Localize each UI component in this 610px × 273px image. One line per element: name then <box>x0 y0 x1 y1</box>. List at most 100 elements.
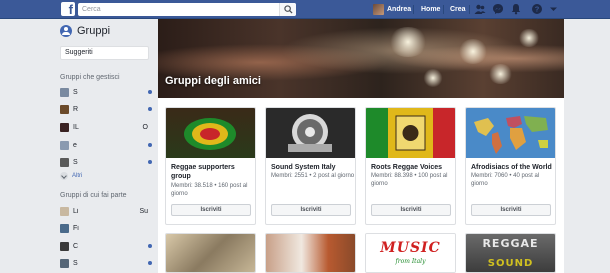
right-column <box>564 19 610 273</box>
group-cover-image <box>266 108 355 158</box>
sidebar-group-item[interactable]: S <box>60 257 152 269</box>
banner-light <box>388 27 428 57</box>
group-thumbnail <box>60 241 69 251</box>
banner-title: Gruppi degli amici <box>165 75 261 87</box>
group-meta: Membri: 2551 • 2 post al giorno <box>271 173 355 179</box>
group-label: S <box>73 158 78 166</box>
group-name[interactable]: Sound System Italy <box>271 163 353 172</box>
sidebar-group-item[interactable]: Li Su <box>60 205 152 217</box>
group-thumbnail <box>60 223 69 233</box>
nav-divider <box>469 5 470 14</box>
search-button[interactable] <box>279 3 296 16</box>
group-thumbnail <box>60 157 69 167</box>
nav-divider <box>443 5 444 14</box>
group-name[interactable]: Roots Reggae Voices <box>371 163 453 172</box>
sidebar-group-item[interactable]: S <box>60 86 152 98</box>
group-card[interactable]: Roots Reggae Voices Membri: 88.398 • 100… <box>365 107 456 225</box>
sidebar-group-item[interactable]: e <box>60 139 152 151</box>
sidebar-group-item[interactable]: S <box>60 156 152 168</box>
groups-icon <box>60 25 72 37</box>
group-name[interactable]: Reggae supporters group <box>171 163 253 181</box>
group-thumbnail <box>60 122 69 132</box>
facebook-logo[interactable]: f <box>61 2 75 16</box>
banner-light <box>458 39 488 64</box>
dropdown-icon[interactable] <box>549 3 558 15</box>
join-button[interactable]: Iscriviti <box>271 204 351 216</box>
group-label: S <box>73 259 78 267</box>
group-meta: Membri: 88.398 • 100 post al giorno <box>371 173 448 187</box>
group-card[interactable]: Afrodisiacs of the World Membri: 7060 • … <box>465 107 556 225</box>
group-card[interactable]: Reggae supporters group Membri: 38.518 •… <box>165 107 256 225</box>
group-card[interactable]: MUSIC from Italy <box>365 233 456 273</box>
group-cover-image <box>166 108 255 158</box>
unread-dot <box>148 160 152 164</box>
help-icon[interactable]: ? <box>531 3 543 15</box>
profile-link[interactable]: Andrea <box>373 3 411 16</box>
show-more-link[interactable]: Altri <box>60 172 82 180</box>
group-cover-image <box>366 108 455 158</box>
friends-groups-banner: Gruppi degli amici <box>158 19 564 98</box>
managed-groups-heading: Gruppi che gestisci <box>60 74 120 81</box>
sidebar-group-item[interactable]: R <box>60 103 152 115</box>
group-meta: Membri: 7060 • 40 post al giorno <box>471 173 540 187</box>
group-cover-image <box>166 234 255 272</box>
sidebar-group-item[interactable]: Fi <box>60 222 152 234</box>
unread-dot <box>148 261 152 265</box>
search-box <box>78 3 296 16</box>
main-content: Gruppi degli amici Reggae supporters gro… <box>158 19 564 273</box>
group-card[interactable]: Sound System Italy Membri: 2551 • 2 post… <box>265 107 356 225</box>
friends-icon[interactable] <box>474 3 486 15</box>
unread-dot <box>148 107 152 111</box>
messenger-icon[interactable] <box>492 3 504 15</box>
unread-dot <box>148 244 152 248</box>
top-navigation-bar: f Andrea Home Crea ? <box>0 0 610 19</box>
member-groups-heading: Gruppi di cui fai parte <box>60 192 127 199</box>
group-card[interactable] <box>265 233 356 273</box>
group-thumbnail <box>60 87 69 97</box>
group-extra: Su <box>139 207 148 215</box>
group-label: S <box>73 88 78 96</box>
cover-title: MUSIC <box>380 240 441 256</box>
home-link[interactable]: Home <box>421 3 440 16</box>
group-thumbnail <box>60 206 69 216</box>
join-button[interactable]: Iscriviti <box>171 204 251 216</box>
group-meta: Membri: 38.518 • 160 post al giorno <box>171 183 248 197</box>
notifications-icon[interactable] <box>510 3 522 15</box>
groups-header[interactable]: Gruppi <box>60 25 110 37</box>
show-more-label: Altri <box>72 173 83 179</box>
group-label: C <box>73 242 79 250</box>
group-thumbnail <box>60 104 69 114</box>
banner-light <box>518 29 540 47</box>
sidebar-group-item[interactable]: IL O <box>60 121 152 133</box>
group-label: IL <box>73 123 79 131</box>
search-input[interactable] <box>78 3 274 16</box>
suggested-tab[interactable]: Suggeriti <box>60 46 149 60</box>
nav-divider <box>413 5 414 14</box>
group-name[interactable]: Afrodisiacs of the World <box>471 163 553 172</box>
chevron-down-icon <box>60 172 68 180</box>
svg-text:?: ? <box>535 5 540 14</box>
sidebar-group-item[interactable]: C <box>60 240 152 252</box>
group-extra: O <box>142 123 148 131</box>
banner-light <box>423 69 443 87</box>
banner-light <box>488 64 513 84</box>
group-cover-image: MUSIC from Italy <box>366 234 455 272</box>
user-name: Andrea <box>387 6 412 13</box>
create-link[interactable]: Crea <box>450 3 466 16</box>
sidebar-title: Gruppi <box>77 25 111 37</box>
cover-subtitle: from Italy <box>395 258 426 265</box>
cover-subtitle: SOUND <box>487 258 534 269</box>
left-sidebar: Gruppi Suggeriti Gruppi che gestisci S R… <box>57 19 157 273</box>
group-label: R <box>73 105 79 113</box>
join-button[interactable]: Iscriviti <box>371 204 451 216</box>
avatar <box>373 4 384 15</box>
group-thumbnail <box>60 140 69 150</box>
group-cover-image <box>266 234 355 272</box>
group-label: e <box>73 141 77 149</box>
unread-dot <box>148 90 152 94</box>
group-thumbnail <box>60 258 69 268</box>
join-button[interactable]: Iscriviti <box>471 204 551 216</box>
group-card[interactable]: REGGAE SOUND <box>465 233 556 273</box>
group-card[interactable] <box>165 233 256 273</box>
search-icon <box>284 5 293 14</box>
